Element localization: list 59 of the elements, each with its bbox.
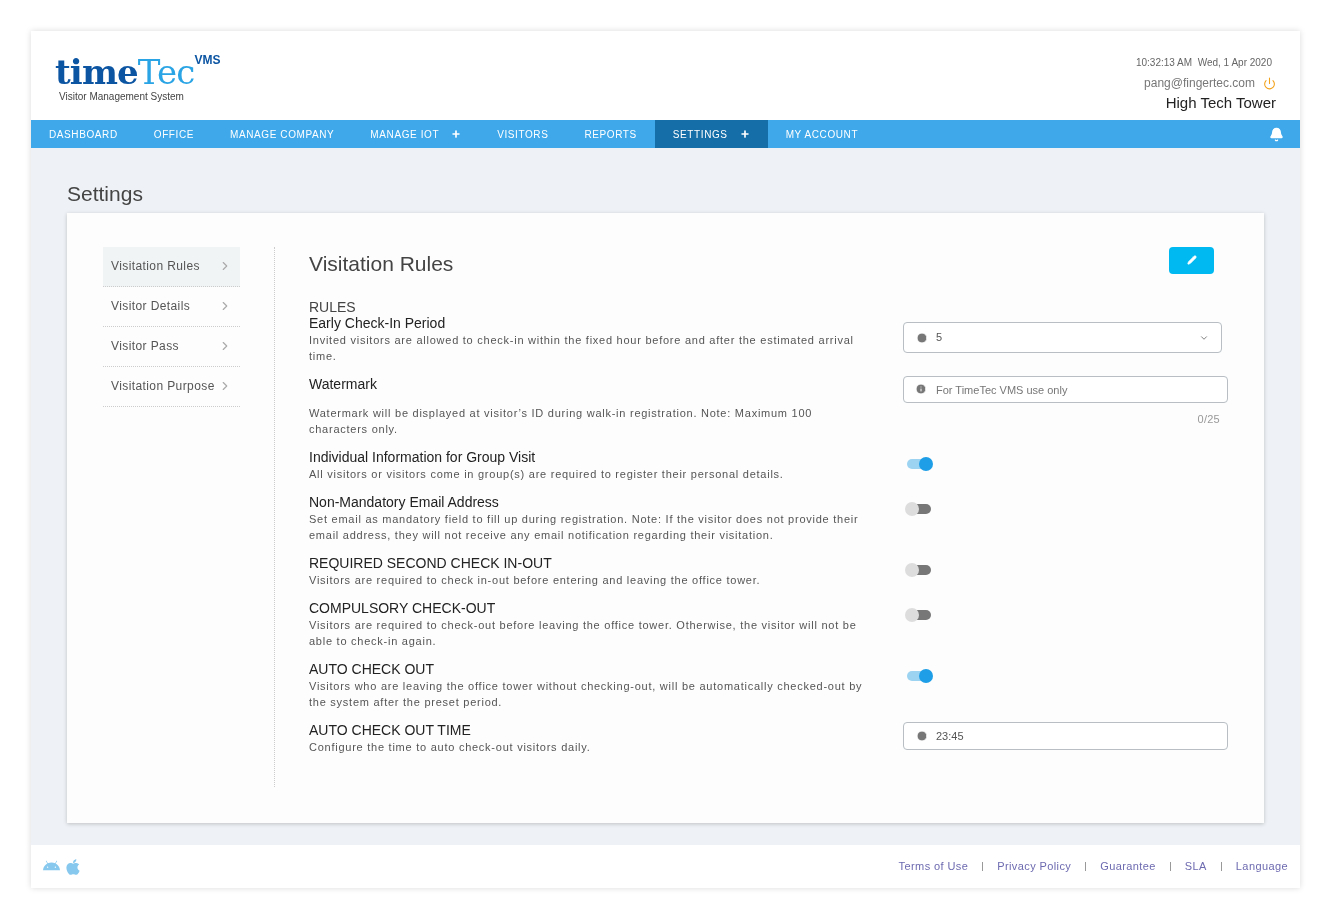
nav-tab[interactable]: MANAGE IOT	[352, 120, 480, 148]
rule-description: All visitors or visitors come in group(s) are required to register their personal details.	[309, 467, 785, 482]
rule-title: Non-Mandatory Email Address	[309, 494, 500, 511]
hours-select[interactable]: 5	[903, 322, 1222, 353]
rule-title: COMPULSORY CHECK-OUT	[309, 600, 497, 617]
nav-tab[interactable]: DASHBOARD	[31, 120, 136, 148]
side-menu-item[interactable]: Visitation Purpose	[103, 366, 240, 407]
section-label: RULES	[309, 299, 357, 315]
side-menu-item[interactable]: Visitor Pass	[103, 326, 240, 367]
logo-superscript: VMS	[194, 52, 221, 69]
power-icon[interactable]	[1263, 76, 1276, 90]
nav-tab[interactable]: VISITORS	[479, 120, 567, 148]
rule-description: Invited visitors are allowed to check-in within the fixed hour before and after the estimated arrival time.	[309, 333, 855, 364]
footer-link[interactable]: Terms of Use	[898, 858, 969, 875]
logo-tagline: Visitor Management System	[59, 90, 185, 104]
footer-link[interactable]: Guarantee	[1100, 858, 1156, 875]
user-email: pang@fingertec.com	[1144, 75, 1255, 92]
toggle-switch[interactable]	[907, 610, 931, 620]
rule-title: Early Check-In Period	[309, 315, 447, 332]
rule-description: Visitors are required to check-out before leaving the office tower. Otherwise, the visitor will not be able to check-in again.	[309, 618, 858, 649]
footer-link[interactable]: Language	[1235, 858, 1288, 875]
rule-title: REQUIRED SECOND CHECK IN-OUT	[309, 555, 553, 572]
footer-link[interactable]: Privacy Policy	[997, 858, 1072, 875]
rule-title: Individual Information for Group Visit	[309, 449, 537, 466]
nav-tab[interactable]: MANAGE COMPANY	[212, 120, 353, 148]
nav-tab[interactable]: MY ACCOUNT	[767, 120, 877, 148]
toggle-switch[interactable]	[907, 671, 931, 681]
date-time: 10:32:13 AM Wed, 1 Apr 2020	[1135, 56, 1272, 70]
toggle-switch[interactable]	[907, 565, 931, 575]
pencil-icon	[1186, 255, 1197, 265]
page-title: Settings	[67, 181, 144, 207]
rule-title: AUTO CHECK OUT TIME	[309, 722, 472, 739]
plus-icon	[739, 129, 750, 139]
bell-icon[interactable]	[1269, 126, 1284, 142]
edit-button[interactable]	[1169, 246, 1214, 274]
panel-title: Visitation Rules	[309, 250, 454, 277]
rule-description: Set email as mandatory field to fill up during registration. Note: If the visitor does not provide their email address, they will not receive any email notification regarding their visitation.	[309, 512, 860, 543]
plus-icon	[451, 129, 462, 139]
logo-text: Tec	[137, 55, 195, 89]
rule-title: Watermark	[309, 376, 378, 393]
rule-description: Visitors are required to check in-out before entering and leaving the office tower.	[309, 573, 762, 588]
character-counter: 0/25	[1197, 412, 1220, 427]
time-field[interactable]: 23:45	[903, 722, 1228, 750]
toggle-switch[interactable]	[907, 459, 931, 469]
side-menu-item[interactable]: Visitation Rules	[103, 246, 240, 287]
side-menu-item[interactable]: Visitor Details	[103, 286, 240, 327]
logo-text: time	[55, 55, 138, 89]
rule-description: Configure the time to auto check-out visitors daily.	[309, 740, 592, 755]
nav-tab[interactable]: OFFICE	[135, 120, 212, 148]
nav-tab[interactable]: REPORTS	[566, 120, 655, 148]
nav-tab[interactable]: SETTINGS	[654, 120, 768, 148]
rule-description: Visitors who are leaving the office tower without checking-out, will be automatically checked-out by the system after the preset period.	[309, 679, 864, 710]
watermark-field[interactable]: For TimeTec VMS use only	[903, 376, 1228, 403]
rule-title: AUTO CHECK OUT	[309, 661, 435, 678]
toggle-switch[interactable]	[907, 504, 931, 514]
apple-icon[interactable]	[64, 857, 82, 876]
rule-description: Watermark will be displayed at visitor’s ID during walk-in registration. Note: Maximum 100 characters only.	[309, 406, 814, 437]
building-name: High Tech Tower	[1165, 93, 1276, 113]
footer-link[interactable]: SLA	[1184, 858, 1207, 875]
